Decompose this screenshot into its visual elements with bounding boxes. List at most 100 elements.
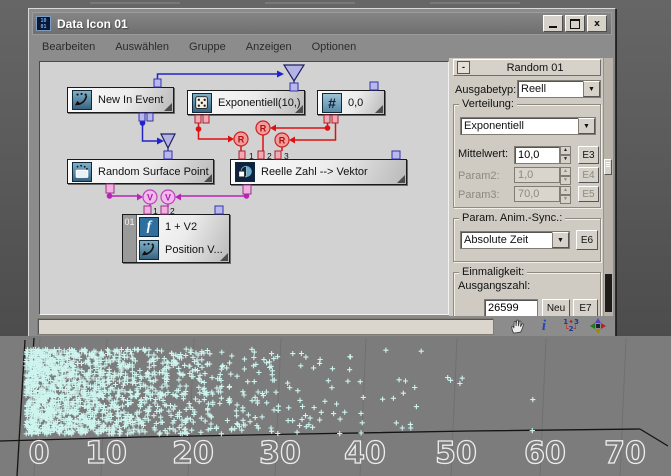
param2-expose-button: E4 <box>578 167 599 183</box>
axis-label: 30 <box>259 436 301 471</box>
new-seed-button[interactable]: Neu <box>542 299 570 316</box>
mean-expose-button[interactable]: E3 <box>578 146 599 164</box>
event-port[interactable] <box>138 78 401 215</box>
chevron-down-icon[interactable]: ▼ <box>583 81 600 97</box>
collapse-icon[interactable]: - <box>457 61 470 74</box>
menu-optionen[interactable]: Optionen <box>312 41 357 53</box>
param3-expose-button: E5 <box>578 186 599 202</box>
wires-layer: R R R V V 1 2 3 1 2 <box>105 64 401 216</box>
port-number: 1 <box>249 151 254 161</box>
port-number: 1 <box>153 206 158 216</box>
chevron-down-icon[interactable]: ▼ <box>552 232 569 248</box>
output-type-select[interactable]: Reell ▼ <box>517 80 601 98</box>
axis-label: 70 <box>604 436 646 471</box>
status-bar: i 1✦3 └2┘ <box>37 315 607 337</box>
mean-field[interactable] <box>514 146 560 164</box>
parameters-panel: - Random 01 Ausgabetyp: Reell ▼ Verteilu… <box>449 58 613 316</box>
pan-hand-icon[interactable] <box>508 317 526 335</box>
scrollbar-shaft <box>605 274 612 312</box>
navigate-compass-icon[interactable] <box>589 317 607 335</box>
uniqueness-group-label: Einmaligkeit: <box>459 266 528 278</box>
axis-label: 40 <box>344 436 386 471</box>
axis-label: 60 <box>524 436 566 471</box>
spin-up-icon[interactable]: ▲ <box>560 146 571 155</box>
menu-bearbeiten[interactable]: Bearbeiten <box>42 41 95 53</box>
panel-scrollbar[interactable] <box>603 58 613 316</box>
close-button[interactable]: x <box>587 15 607 32</box>
wire-arrow <box>228 135 234 143</box>
close-icon: x <box>594 18 600 29</box>
node-graph-canvas[interactable]: New In Event Exponentiell(10,) # 0,0 Ran… <box>39 61 449 315</box>
renumber-icon[interactable]: 1✦3 └2┘ <box>562 317 580 335</box>
scrollbar-thumb[interactable] <box>604 159 612 175</box>
wire-junction <box>195 126 202 132</box>
v-glyph: V <box>147 193 153 203</box>
param2-spinner: ▲ ▼ <box>560 167 571 185</box>
param3-field <box>514 186 560 202</box>
chevron-down-icon[interactable]: ▼ <box>578 118 595 134</box>
wire-junction <box>324 125 331 131</box>
r-glyph: R <box>260 124 267 134</box>
seed-label: Ausgangszahl: <box>458 280 531 292</box>
mean-label: Mittelwert: <box>458 148 509 160</box>
data-icon-window-icon: 10 01 <box>36 16 51 31</box>
wire-arrow <box>137 193 143 201</box>
icon-digits-bottom: 01 <box>40 24 47 30</box>
anim-sync-group-label: Param. Anim.-Sync.: <box>459 212 566 224</box>
toolbar-edge <box>265 2 355 4</box>
distribution-group-label: Verteilung: <box>459 98 517 110</box>
axis-label: 20 <box>172 436 214 471</box>
toolbar-edge <box>90 2 180 4</box>
r-glyph: R <box>238 135 245 145</box>
toolbar-edge <box>430 2 520 4</box>
menu-auswaehlen[interactable]: Auswählen <box>115 41 169 53</box>
spin-down-icon[interactable]: ▼ <box>560 155 571 164</box>
seed-expose-button[interactable]: E7 <box>573 299 598 316</box>
rollout-header[interactable]: - Random 01 <box>453 59 601 76</box>
title-bar[interactable]: 10 01 Data Icon 01 x <box>32 12 612 35</box>
axis-label: 50 <box>435 436 477 471</box>
status-message-field <box>37 317 494 335</box>
param3-label: Param3: <box>458 189 500 201</box>
info-icon[interactable]: i <box>535 317 553 335</box>
port-number: 2 <box>170 206 175 216</box>
window-controls: x <box>543 15 607 32</box>
param2-field <box>514 167 560 183</box>
distribution-value: Exponentiell <box>464 120 524 132</box>
axis-label: 10 <box>85 436 127 471</box>
param3-spinner: ▲ ▼ <box>560 186 571 204</box>
param2-label: Param2: <box>458 170 500 182</box>
minimize-button[interactable] <box>543 15 563 32</box>
viewport[interactable]: 0 10 20 30 40 50 60 70 <box>0 336 671 476</box>
wire-arrow <box>289 136 295 144</box>
wire-arrow <box>175 193 181 201</box>
output-type-label: Ausgabetyp: <box>455 84 517 96</box>
anim-sync-value: Absolute Zeit <box>464 234 529 246</box>
maximize-icon <box>570 18 580 29</box>
menu-anzeigen[interactable]: Anzeigen <box>246 41 292 53</box>
r-glyph: R <box>279 136 286 146</box>
minimize-icon <box>549 26 557 28</box>
rollout-title: Random 01 <box>506 61 564 74</box>
port-number: 3 <box>284 151 289 161</box>
output-type-value: Reell <box>521 83 547 95</box>
port-number: 2 <box>267 151 272 161</box>
sync-expose-button[interactable]: E6 <box>576 230 598 250</box>
menu-bar: Bearbeiten Auswählen Gruppe Anzeigen Opt… <box>32 35 612 59</box>
vector-wire <box>108 193 248 207</box>
distribution-group: Verteilung: Exponentiell ▼ Mittelwert: ▲… <box>453 98 601 208</box>
mean-spinner[interactable]: ▲ ▼ <box>560 146 571 164</box>
wire-junction <box>106 193 113 199</box>
wire-arrow <box>277 70 284 78</box>
wire-arrow <box>270 124 276 132</box>
data-view-window: 10 01 Data Icon 01 x Bearbeiten Auswähle… <box>28 8 616 342</box>
anim-sync-select[interactable]: Absolute Zeit ▼ <box>460 231 570 249</box>
distribution-select[interactable]: Exponentiell ▼ <box>460 117 596 135</box>
v-glyph: V <box>165 193 171 203</box>
particle-scatter <box>23 346 536 437</box>
maximize-button[interactable] <box>565 15 585 32</box>
menu-gruppe[interactable]: Gruppe <box>189 41 226 53</box>
seed-field[interactable] <box>484 299 538 316</box>
anim-sync-group: Param. Anim.-Sync.: Absolute Zeit ▼ E6 <box>453 212 601 262</box>
screen: 10 01 Data Icon 01 x Bearbeiten Auswähle… <box>0 0 671 476</box>
